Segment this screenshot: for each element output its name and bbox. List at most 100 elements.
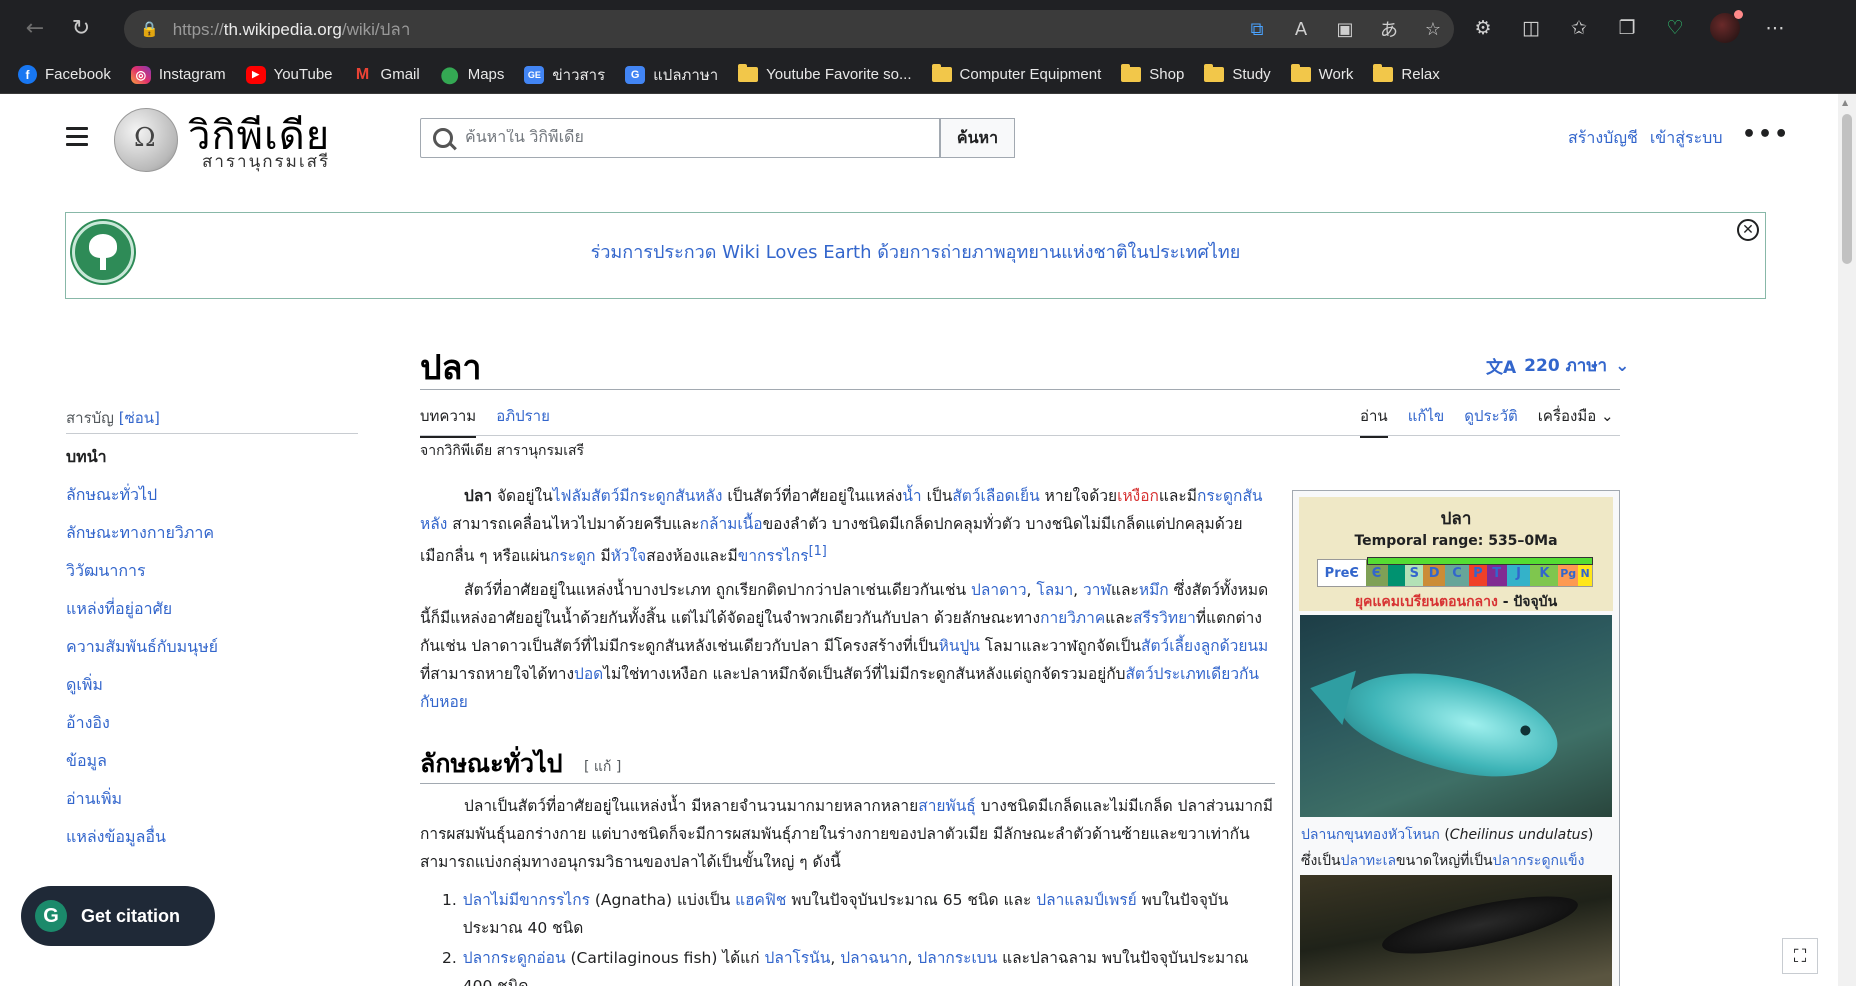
toc-item[interactable]: ข้อมูล (66, 748, 218, 786)
article-link[interactable]: ขากรรไกร (738, 547, 809, 565)
tools-dropdown[interactable]: เครื่องมือ ⌄ (1538, 404, 1614, 438)
article-link[interactable]: ปลาโรนัน (764, 949, 830, 967)
reference-link[interactable]: [1] (809, 544, 827, 559)
extensions-icon[interactable]: ⚙ (1470, 17, 1496, 39)
bookmark-translate[interactable]: G แปลภาษา (625, 63, 718, 87)
period-precambrian[interactable]: PreЄ (1318, 560, 1366, 586)
bookmark-folder-study[interactable]: Study (1204, 64, 1271, 83)
article-link[interactable]: ปลากระดูกอ่อน (463, 949, 566, 967)
section-edit-link[interactable]: [ แก้ ] (584, 756, 621, 778)
reload-icon[interactable]: ↻ (58, 5, 104, 51)
tab-article[interactable]: บทความ (420, 404, 477, 438)
bookmark-folder-computer-equipment[interactable]: Computer Equipment (931, 64, 1101, 83)
article-link[interactable]: สายพันธุ์ (918, 797, 976, 815)
app-available-icon[interactable]: ⧉ (1246, 19, 1268, 40)
article-link[interactable]: สรีรวิทยา (1133, 609, 1196, 627)
bookmark-youtube[interactable]: ▶ YouTube (245, 65, 333, 84)
bookmark-folder-work[interactable]: Work (1290, 64, 1353, 83)
read-aloud-icon[interactable]: A (1290, 19, 1312, 40)
collections-icon[interactable]: ❐ (1614, 17, 1640, 39)
create-account-link[interactable]: สร้างบัญชี (1568, 126, 1638, 151)
bookmark-maps[interactable]: ⬤ Maps (440, 66, 505, 84)
toc-item[interactable]: ความสัมพันธ์กับมนุษย์ (66, 634, 218, 672)
article-link[interactable]: แฮคฟิช (735, 891, 786, 909)
toc-item-intro[interactable]: บทนำ (66, 444, 218, 482)
favorites-icon[interactable]: ✩ (1566, 17, 1592, 39)
toc-item[interactable]: แหล่งข้อมูลอื่น (66, 824, 218, 862)
search-button[interactable]: ค้นหา (940, 118, 1015, 158)
article-link[interactable]: สัตว์ประเภทเดียวกันกับหอย (420, 665, 1259, 711)
address-bar[interactable]: 🔒 https://th.wikipedia.org/wiki/ปลา ⧉ A … (124, 10, 1454, 48)
main-menu-icon[interactable] (66, 127, 88, 151)
article-link[interactable]: กล้ามเนื้อ (700, 515, 763, 533)
toc-item[interactable]: แหล่งที่อยู่อาศัย (66, 596, 218, 634)
immersive-reader-icon[interactable]: ▣ (1334, 19, 1356, 40)
article-link-missing[interactable]: เหงือก (1117, 487, 1159, 505)
search-input[interactable] (465, 129, 925, 147)
scroll-up-icon[interactable]: ▲ (1842, 98, 1848, 107)
article-link[interactable]: โลมา (1036, 581, 1073, 599)
page-scrollbar[interactable]: ▲ (1838, 94, 1856, 986)
bookmark-folder-shop[interactable]: Shop (1121, 64, 1184, 83)
article-link[interactable]: ปลาแลมป์เพรย์ (1036, 891, 1137, 909)
url-text[interactable]: https://th.wikipedia.org/wiki/ปลา (173, 16, 411, 43)
user-menu-icon[interactable]: ••• (1742, 122, 1790, 147)
bookmark-instagram[interactable]: ◎ Instagram (130, 65, 226, 84)
tab-history[interactable]: ดูประวัติ (1464, 404, 1518, 438)
article-link[interactable]: น้ำ (902, 487, 921, 505)
banner-link[interactable]: ร่วมการประกวด Wiki Loves Earth ด้วยการถ่… (591, 242, 1241, 263)
get-citation-button[interactable]: G Get citation (21, 886, 215, 946)
scrollbar-thumb[interactable] (1842, 114, 1852, 264)
toc-item[interactable]: อ้างอิง (66, 710, 218, 748)
lock-icon[interactable]: 🔒 (140, 20, 159, 38)
fish-illustration (1332, 651, 1568, 795)
napoleon-wrasse-photo[interactable] (1300, 615, 1612, 817)
toc-item[interactable]: วิวัฒนาการ (66, 558, 218, 596)
close-banner-icon[interactable]: ✕ (1737, 219, 1759, 241)
article-link[interactable]: ปลากระเบน (917, 949, 997, 967)
language-button[interactable]: 文A 220 ภาษา ⌄ (1486, 352, 1629, 379)
tab-read[interactable]: อ่าน (1360, 404, 1388, 438)
article-link[interactable]: ปลาฉนาก (840, 949, 907, 967)
login-link[interactable]: เข้าสู่ระบบ (1650, 126, 1723, 151)
caption-link[interactable]: ปลาทะเล (1341, 853, 1396, 869)
fullscreen-icon[interactable]: ⛶ (1782, 938, 1818, 974)
article-link[interactable]: กายวิภาค (1040, 609, 1105, 627)
tab-talk[interactable]: อภิปราย (496, 404, 550, 438)
toc-hide-link[interactable]: [ซ่อน] (119, 409, 160, 427)
article-link[interactable]: สัตว์เลี้ยงลูกด้วยนม (1141, 637, 1268, 655)
bookmark-folder-youtube-favorite[interactable]: Youtube Favorite so... (738, 64, 912, 83)
back-icon[interactable]: ← (12, 5, 58, 51)
profile-avatar[interactable] (1710, 10, 1743, 43)
article-link[interactable]: ปอด (574, 665, 603, 683)
article-link[interactable]: กระดูก (550, 547, 596, 565)
article-link[interactable]: ปลาไม่มีขากรรไกร (463, 891, 590, 909)
article-link[interactable]: วาฬ (1083, 581, 1111, 599)
toc-item[interactable]: อ่านเพิ่ม (66, 786, 218, 824)
bookmark-gmail[interactable]: M Gmail (353, 66, 420, 84)
settings-more-icon[interactable]: ⋯ (1762, 17, 1788, 39)
toc-item[interactable]: ลักษณะทั่วไป (66, 482, 218, 520)
search-icon (433, 128, 453, 148)
bookmark-folder-relax[interactable]: Relax (1373, 64, 1440, 83)
browser-essentials-icon[interactable]: ♡ (1662, 17, 1688, 39)
translate-icon[interactable]: あ (1378, 16, 1400, 42)
article-link[interactable]: สัตว์เลือดเย็น (952, 487, 1039, 505)
caption-link[interactable]: ปลานกขุนทองหัวโหนก (1301, 827, 1440, 843)
toc-item[interactable]: ดูเพิ่ม (66, 672, 218, 710)
wikipedia-globe-logo[interactable] (114, 108, 178, 172)
article-link[interactable]: หัวใจ (611, 547, 647, 565)
favorite-star-icon[interactable]: ☆ (1422, 19, 1444, 40)
toc-item[interactable]: ลักษณะทางกายวิภาค (66, 520, 218, 558)
article-link[interactable]: ไฟลัมสัตว์มีกระดูกสันหลัง (553, 487, 723, 505)
bookmark-facebook[interactable]: f Facebook (18, 65, 111, 84)
article-link[interactable]: หมึก (1139, 581, 1169, 599)
caption-link[interactable]: ปลากระดูกแข็ง (1493, 853, 1585, 869)
era-link[interactable]: ยุคแคมเบรียนตอนกลาง (1355, 594, 1498, 610)
split-screen-icon[interactable]: ◫ (1518, 17, 1544, 39)
article-link[interactable]: ปลาดาว (971, 581, 1027, 599)
article-link[interactable]: หินปูน (939, 637, 980, 655)
second-fish-photo[interactable] (1300, 875, 1612, 986)
bookmark-news[interactable]: GE ข่าวสาร (524, 63, 605, 87)
tab-edit[interactable]: แก้ไข (1408, 404, 1445, 438)
